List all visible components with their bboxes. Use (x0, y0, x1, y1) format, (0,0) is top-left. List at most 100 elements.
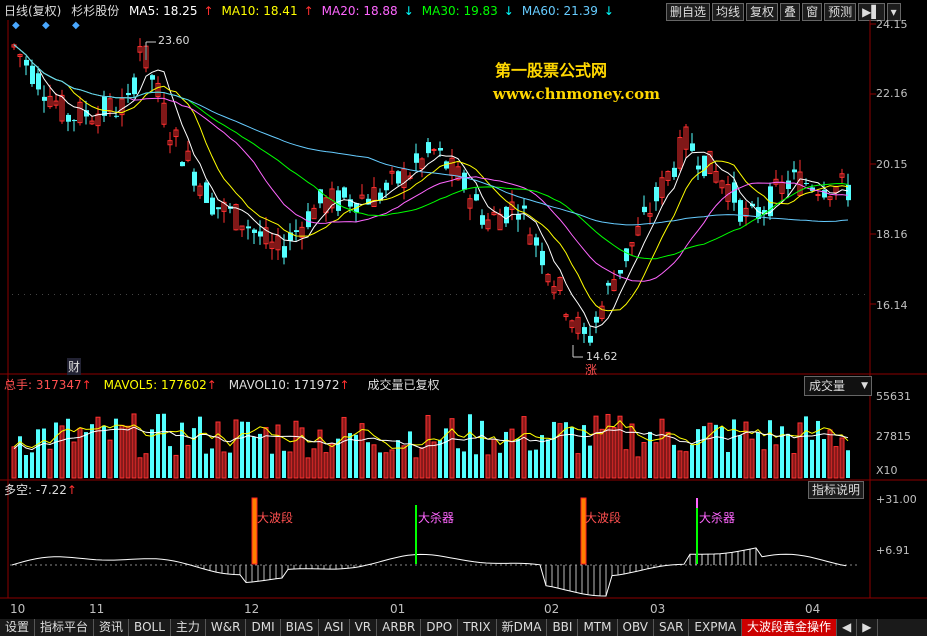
grid-dot (336, 294, 337, 295)
diamond-icon: ◆ (12, 20, 20, 31)
grid-dot (102, 294, 103, 295)
tab-trix[interactable]: TRIX (458, 619, 497, 636)
grid-dot (366, 294, 367, 295)
x-axis-label: 04 (805, 602, 821, 616)
volume-bar (605, 413, 611, 479)
grid-dot (372, 294, 373, 295)
candle-body (306, 211, 311, 228)
volume-bar (192, 428, 196, 478)
tab-new-dma[interactable]: 新DMA (496, 619, 548, 636)
volume-bar (720, 426, 724, 478)
grid-dot (546, 294, 547, 295)
grid-dot (300, 294, 301, 295)
indicator-help-button[interactable]: 指标说明 (808, 481, 865, 499)
volume-bar (534, 449, 538, 478)
grid-dot (660, 294, 661, 295)
grid-dot (348, 294, 349, 295)
grid-dot (288, 294, 289, 295)
candle-body (642, 206, 647, 213)
volume-bar (677, 450, 683, 479)
volume-bar (228, 452, 232, 478)
volume-bar (791, 453, 797, 479)
tab-arbr[interactable]: ARBR (377, 619, 422, 636)
volume-bar (498, 452, 502, 478)
grid-dot (642, 294, 643, 295)
volume-bar (756, 432, 760, 478)
price-axis-label: 24.15 (876, 18, 908, 31)
grid-dot (756, 294, 757, 295)
grid-dot (624, 294, 625, 295)
tab-dpo[interactable]: DPO (421, 619, 459, 636)
volume-bar (215, 421, 221, 479)
volume-bar (366, 442, 370, 478)
volume-bar (396, 440, 400, 478)
grid-dot (324, 294, 325, 295)
volume-bar (204, 453, 208, 478)
tab-wr[interactable]: W&R (205, 619, 247, 636)
grid-dot (696, 294, 697, 295)
volume-bar (413, 457, 419, 479)
grid-dot (678, 294, 679, 295)
candle-body (126, 92, 131, 96)
volume-bar (287, 451, 293, 479)
volume-bar (143, 453, 149, 479)
grid-dot (222, 294, 223, 295)
tab-settings[interactable]: 设置 (0, 619, 36, 636)
tab-main-force[interactable]: 主力 (170, 619, 206, 636)
volume-bar (354, 434, 358, 478)
volume-note: 成交量已复权 (367, 378, 440, 392)
tab-bbi[interactable]: BBI (547, 619, 579, 636)
tab-indicator-platform[interactable]: 指标平台 (35, 619, 95, 636)
kline-chart[interactable] (0, 0, 927, 636)
candle-body (210, 197, 215, 215)
volume-bar (449, 418, 455, 479)
tab-expma[interactable]: EXPMA (689, 619, 743, 636)
volume-header: 总手: 317347↑ MAVOL5: 177602↑ MAVOL10: 171… (4, 376, 439, 394)
grid-dot (198, 294, 199, 295)
volume-bar (84, 432, 88, 478)
volume-bar (786, 433, 790, 478)
tab-mtm[interactable]: MTM (578, 619, 618, 636)
grid-dot (18, 294, 19, 295)
volume-bar (839, 437, 845, 479)
volume-selector[interactable]: 成交量 ▼ (804, 376, 872, 396)
tab-dmi[interactable]: DMI (246, 619, 281, 636)
volume-bar (761, 449, 767, 479)
tab-obv[interactable]: OBV (617, 619, 655, 636)
volume-bar (131, 413, 137, 479)
grid-dot (168, 294, 169, 295)
grid-dot (840, 294, 841, 295)
tab-nav-right-icon[interactable]: ▶ (857, 619, 878, 636)
grid-dot (828, 294, 829, 295)
grid-dot (210, 294, 211, 295)
tab-sar[interactable]: SAR (654, 619, 690, 636)
limit-up-marker[interactable]: 涨 (585, 361, 597, 378)
volume-bar (833, 446, 839, 479)
volume-bar (119, 424, 125, 479)
volume-bar (66, 418, 70, 478)
grid-dot (540, 294, 541, 295)
tab-boll[interactable]: BOLL (129, 619, 171, 636)
volume-bar (456, 448, 460, 478)
grid-dot (156, 294, 157, 295)
volume-bar (575, 453, 581, 479)
tab-bias[interactable]: BIAS (280, 619, 320, 636)
grid-dot (30, 294, 31, 295)
volume-bar (653, 442, 659, 479)
tab-asi[interactable]: ASI (319, 619, 350, 636)
tab-nav-left-icon[interactable]: ◀ (837, 619, 858, 636)
tab-big-wave-gold[interactable]: 大波段黄金操作 (742, 619, 838, 636)
grid-dot (444, 294, 445, 295)
volume-bar (773, 444, 779, 479)
candle-body (132, 77, 137, 95)
tab-vr[interactable]: VR (349, 619, 378, 636)
grid-dot (138, 294, 139, 295)
volume-bar (690, 444, 694, 478)
grid-dot (186, 294, 187, 295)
finance-marker[interactable]: 财 (67, 358, 82, 375)
grid-dot (816, 294, 817, 295)
tab-news[interactable]: 资讯 (94, 619, 130, 636)
grid-dot (96, 294, 97, 295)
candle-body (815, 194, 821, 197)
volume-bar (743, 421, 749, 479)
